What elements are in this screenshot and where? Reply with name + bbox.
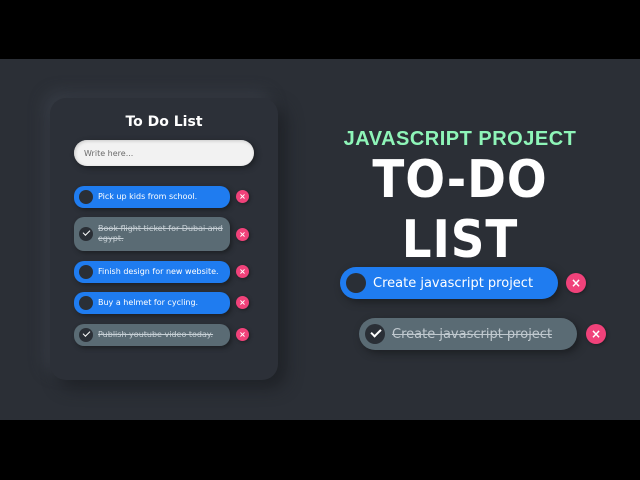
todo-item[interactable]: Pick up kids from school. [74,186,230,208]
delete-icon[interactable]: × [236,190,249,203]
delete-icon[interactable]: × [236,296,249,309]
todo-item-text: Pick up kids from school. [98,192,198,201]
delete-icon[interactable]: × [236,228,249,241]
todo-input[interactable] [74,140,254,166]
preview-item-text: Create javascript project [392,326,553,342]
todo-item-text: Finish design for new website. [98,267,219,276]
unchecked-circle-icon[interactable] [346,273,366,293]
check-icon[interactable] [79,328,93,342]
preview-todo-item[interactable]: Create javascript project [340,267,558,299]
unchecked-circle-icon[interactable] [79,265,93,279]
unchecked-circle-icon[interactable] [79,190,93,204]
card-title: To Do List [125,114,203,130]
preview-item-text: Create javascript project [373,275,534,291]
todo-item-text: Book flight ticket for Dubai and egypt. [98,224,223,243]
check-icon[interactable] [79,227,93,241]
project-subtitle: JAVASCRIPT PROJECT [343,128,577,150]
todo-item[interactable]: Finish design for new website. [74,261,230,283]
project-title: TO-DO LIST [372,150,548,270]
delete-icon[interactable]: × [236,265,249,278]
delete-icon[interactable]: × [586,324,606,344]
unchecked-circle-icon[interactable] [79,296,93,310]
todo-item-completed[interactable]: Book flight ticket for Dubai and egypt. [74,217,230,251]
todo-item[interactable]: Buy a helmet for cycling. [74,292,230,314]
todo-item-text: Buy a helmet for cycling. [98,298,199,307]
delete-icon[interactable]: × [236,328,249,341]
delete-icon[interactable]: × [566,273,586,293]
todo-item-completed[interactable]: Publish youtube video today. [74,324,230,346]
preview-todo-item-completed[interactable]: Create javascript project [359,318,577,350]
check-icon[interactable] [365,324,385,344]
todo-item-text: Publish youtube video today. [98,330,214,339]
